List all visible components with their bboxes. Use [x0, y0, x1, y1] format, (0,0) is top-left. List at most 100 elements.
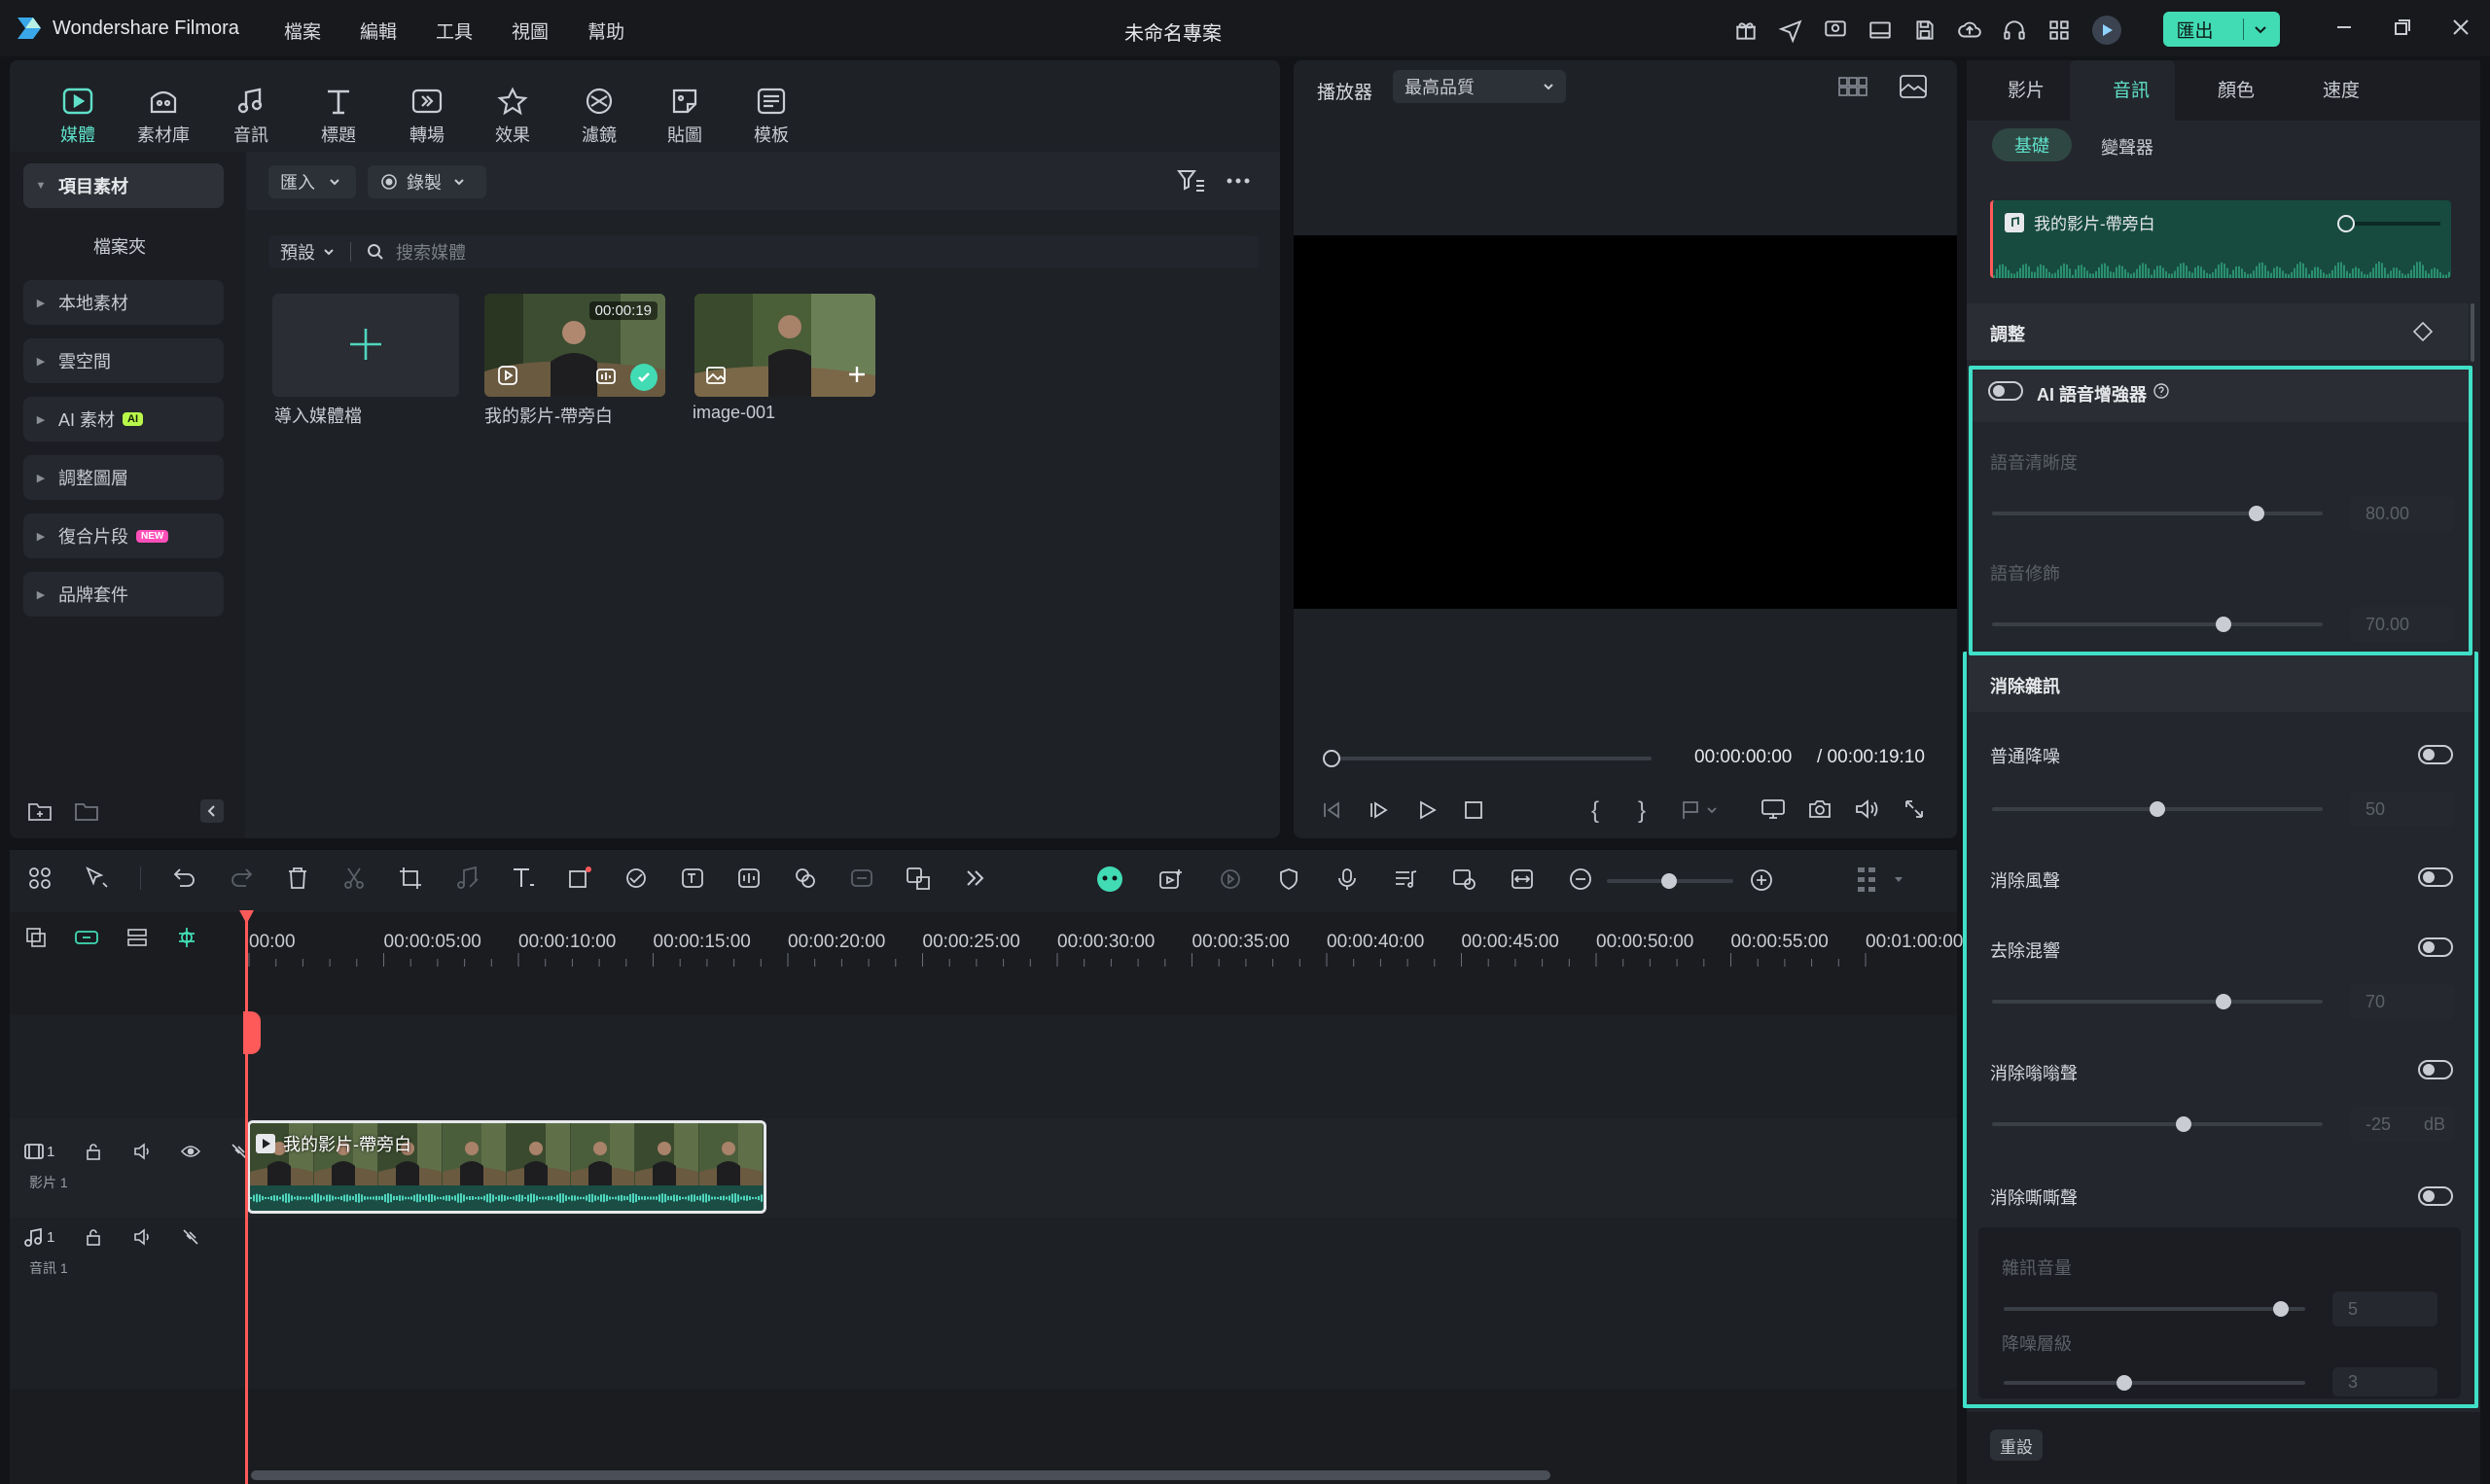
menu-help[interactable]: 幫助: [587, 18, 624, 44]
search-input[interactable]: 搜索媒體: [396, 239, 466, 265]
apps-grid-icon[interactable]: [2046, 18, 2072, 43]
reverb-slider[interactable]: [1992, 994, 2323, 1009]
toolbar-transition[interactable]: 轉場: [385, 78, 469, 156]
fit-timeline-icon[interactable]: [1510, 866, 1535, 892]
toolbar-filter[interactable]: 濾鏡: [556, 78, 642, 156]
folder-icon[interactable]: [74, 799, 99, 823]
sidebar-item-compound-clip[interactable]: ▶ 復合片段 NEW: [23, 513, 224, 558]
keyframe-diamond-icon[interactable]: [2412, 321, 2434, 342]
microphone-icon[interactable]: [1334, 866, 1360, 892]
sidebar-item-ai-assets[interactable]: ▶ AI 素材 AI: [23, 397, 224, 442]
mute-edit-icon[interactable]: [181, 1227, 200, 1247]
denoise-level-value[interactable]: 3: [2332, 1367, 2437, 1396]
tab-video[interactable]: 影片: [2008, 76, 2045, 102]
screen-record-icon[interactable]: [1451, 866, 1476, 892]
sidebar-item-cloud[interactable]: ▶ 雲空間: [23, 338, 224, 383]
filter-sort-icon[interactable]: [1177, 167, 1206, 194]
ai-assistant-icon[interactable]: [1095, 866, 1124, 893]
sidebar-item-local[interactable]: ▶ 本地素材: [23, 280, 224, 325]
sidebar-item-folder[interactable]: 檔案夾: [93, 233, 146, 259]
noise-volume-value[interactable]: 5: [2332, 1291, 2437, 1326]
redo-icon[interactable]: [229, 866, 254, 891]
sidebar-item-project-media[interactable]: ▼ 項目素材: [23, 163, 224, 208]
menu-tools[interactable]: 工具: [436, 18, 473, 44]
toolbar-effects[interactable]: 效果: [469, 78, 556, 156]
split-scissors-icon[interactable]: [341, 866, 367, 891]
hiss-removal-toggle[interactable]: [2418, 1186, 2453, 1206]
beautify-slider[interactable]: [1992, 617, 2323, 632]
avatar[interactable]: [2091, 15, 2122, 46]
normal-denoise-value[interactable]: 50: [2350, 792, 2455, 827]
record-button[interactable]: 錄製: [368, 165, 486, 198]
marker-shield-icon[interactable]: [1276, 866, 1301, 892]
snap-magnet-icon[interactable]: [175, 926, 198, 949]
beautify-value[interactable]: 70.00: [2350, 607, 2455, 642]
add-icon[interactable]: [846, 364, 868, 385]
lock-icon[interactable]: [84, 1142, 103, 1161]
toolbar-title[interactable]: 標題: [292, 78, 385, 156]
minimize-icon[interactable]: [2332, 16, 2356, 39]
translate-icon[interactable]: [906, 866, 931, 891]
eye-icon[interactable]: [181, 1142, 201, 1161]
camera-icon[interactable]: [1807, 797, 1832, 821]
import-media-tile[interactable]: [272, 294, 459, 397]
render-icon[interactable]: [1218, 866, 1243, 892]
import-button[interactable]: 匯入: [268, 165, 356, 198]
stop-icon[interactable]: [1463, 799, 1484, 821]
shape-tool-icon[interactable]: [567, 866, 592, 891]
tab-speed[interactable]: 速度: [2323, 76, 2360, 102]
gift-icon[interactable]: [1733, 18, 1759, 43]
hum-removal-toggle[interactable]: [2418, 1060, 2453, 1079]
toolbar-sticker[interactable]: 貼圖: [642, 78, 728, 156]
hum-slider[interactable]: [1992, 1116, 2323, 1132]
marker-options-icon[interactable]: [1681, 799, 1720, 821]
menu-edit[interactable]: 編輯: [360, 18, 397, 44]
clarity-slider[interactable]: [1992, 506, 2323, 521]
auto-highlight-icon[interactable]: [1157, 866, 1185, 892]
reset-button[interactable]: 重設: [1990, 1430, 2043, 1461]
menu-file[interactable]: 檔案: [284, 18, 321, 44]
speaker-icon[interactable]: [132, 1227, 152, 1247]
undo-icon[interactable]: [172, 866, 197, 891]
more-icon[interactable]: [1226, 171, 1251, 191]
clip-card-volume-slider[interactable]: [2337, 215, 2440, 232]
reverb-knob[interactable]: [2216, 994, 2231, 1009]
help-icon[interactable]: [2153, 383, 2169, 399]
playhead[interactable]: [245, 916, 248, 1484]
playhead-grip[interactable]: [243, 1011, 261, 1054]
denoise-level-knob[interactable]: [2116, 1375, 2132, 1391]
audio-edit-icon[interactable]: [454, 866, 480, 891]
tab-color[interactable]: 顏色: [2218, 76, 2255, 102]
toolbar-template[interactable]: 模板: [728, 78, 815, 156]
scrubber-knob[interactable]: [1323, 750, 1340, 767]
normal-denoise-toggle[interactable]: [2418, 745, 2453, 764]
display-icon[interactable]: [1761, 797, 1786, 821]
reverb-value[interactable]: 70: [2350, 984, 2455, 1019]
playback-scrubber[interactable]: [1323, 750, 1652, 767]
layout-icon[interactable]: [1868, 18, 1893, 43]
collapse-sidebar-icon[interactable]: [200, 799, 224, 823]
export-button[interactable]: 匯出: [2163, 12, 2280, 47]
prev-frame-icon[interactable]: [1321, 799, 1342, 821]
mark-out-icon[interactable]: }: [1638, 797, 1646, 825]
mask-icon[interactable]: [793, 866, 818, 891]
inspector-scrollbar[interactable]: [2471, 303, 2474, 362]
speech-icon[interactable]: [849, 866, 874, 891]
menu-view[interactable]: 視圖: [512, 18, 549, 44]
multi-select-icon[interactable]: [27, 866, 53, 891]
noise-volume-slider[interactable]: [2004, 1301, 2305, 1317]
toolbar-stock[interactable]: 素材庫: [117, 78, 210, 156]
color-match-icon[interactable]: [623, 866, 649, 891]
crop-icon[interactable]: [398, 866, 423, 891]
headset-icon[interactable]: [2002, 18, 2027, 43]
snapshot-image-icon[interactable]: [1899, 74, 1928, 99]
mark-in-icon[interactable]: {: [1591, 797, 1599, 825]
video-preview[interactable]: [1294, 235, 1957, 609]
fullscreen-icon[interactable]: [1903, 797, 1926, 821]
timeline-clip[interactable]: 我的影片-帶旁白: [247, 1120, 766, 1214]
add-track-icon[interactable]: [25, 927, 47, 948]
play-icon[interactable]: [1416, 799, 1438, 821]
clarity-knob[interactable]: [2249, 506, 2264, 521]
subtab-voice-changer[interactable]: 變聲器: [2101, 134, 2153, 159]
speaker-icon[interactable]: [132, 1142, 152, 1161]
